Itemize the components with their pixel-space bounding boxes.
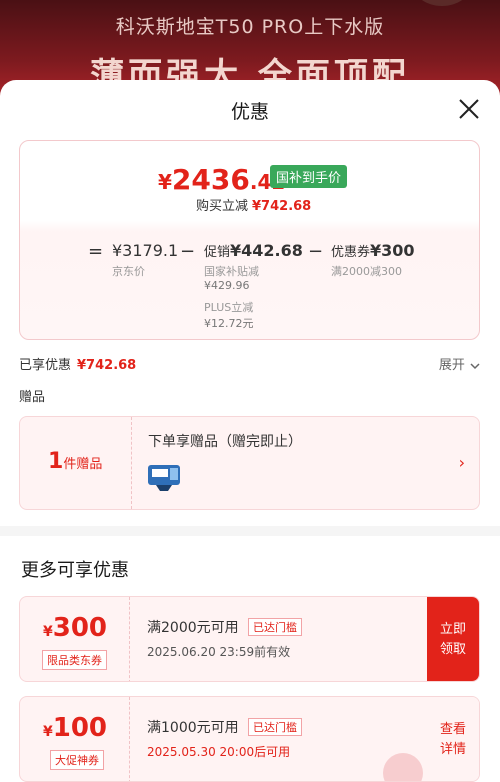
- final-price: ¥2436.42: [158, 163, 285, 196]
- coupon-card: ¥300 限品类东券 满2000元可用 已达门槛 2025.06.20 23:5…: [19, 596, 480, 682]
- coupon-amount: 300: [52, 613, 108, 643]
- coupon-value: ¥300: [20, 613, 130, 643]
- sheet-header: 优惠: [0, 80, 500, 140]
- instant-cut: 购买立减 ¥742.68: [196, 195, 311, 214]
- price-breakdown-card: ¥2436.42 国补到手价 购买立减 ¥742.68 = ¥3179.1 京东价…: [19, 140, 480, 340]
- coupon-amount: 100: [52, 713, 108, 743]
- view-details-button[interactable]: 查看详情: [427, 697, 479, 781]
- plus-amount: ¥12.72元: [204, 317, 254, 330]
- sheet-title: 优惠: [230, 101, 269, 123]
- price-tag-badge: 国补到手价: [270, 165, 348, 188]
- expand-label: 展开: [438, 358, 465, 373]
- gift-count-number: 1: [48, 449, 64, 474]
- instant-cut-label: 购买立减: [196, 199, 249, 214]
- threshold-badge: 已达门槛: [248, 718, 302, 736]
- promo-amount: ¥442.68: [230, 241, 303, 260]
- view-details-label: 查看详情: [439, 722, 466, 757]
- gift-product-icon: [148, 465, 180, 491]
- stamp-decoration: [383, 753, 423, 781]
- shared-discount-label: 已享优惠: [19, 358, 72, 373]
- section-divider: [0, 526, 500, 536]
- shared-discount: 已享优惠 ¥742.68: [19, 354, 136, 373]
- coupon-value-panel: ¥100 大促神券: [20, 697, 130, 781]
- chevron-right-icon: ›: [458, 453, 465, 472]
- coupon-condition: 满2000减300: [331, 265, 402, 278]
- coupon-currency: ¥: [42, 624, 53, 640]
- threshold-badge: 已达门槛: [248, 618, 302, 636]
- coupon-label: 优惠券: [331, 245, 371, 260]
- final-price-integer: 2436: [171, 163, 250, 196]
- original-price: ¥3179.1: [112, 241, 179, 260]
- chevron-down-icon: [470, 362, 480, 369]
- banner-decoration: [412, 0, 472, 6]
- subsidy-label: 国家补贴减: [204, 265, 259, 278]
- subsidy-amount: ¥429.96: [204, 279, 250, 292]
- banner-subtitle: 科沃斯地宝T50 PRO上下水版: [115, 16, 385, 38]
- coupon-validity: 2025.06.20 23:59前有效: [147, 645, 291, 659]
- coupon-condition: 满1000元可用: [147, 720, 239, 736]
- gift-card[interactable]: 1件赠品 下单享赠品（赠完即止） ›: [19, 416, 480, 510]
- coupon-value-panel: ¥300 限品类东券: [20, 597, 130, 681]
- claim-coupon-label: 立即领取: [439, 622, 466, 657]
- final-price-currency: ¥: [158, 170, 172, 194]
- coupon-value: ¥100: [20, 713, 130, 743]
- minus-sign-2: −: [308, 241, 324, 262]
- gift-title: 下单享赠品（赠完即止）: [148, 434, 302, 450]
- minus-sign: −: [180, 241, 196, 262]
- expand-toggle[interactable]: 展开: [439, 354, 481, 373]
- coupon-validity: 2025.05.30 20:00后可用: [147, 745, 291, 759]
- original-price-label: 京东价: [112, 265, 145, 278]
- instant-cut-amount: ¥742.68: [252, 199, 312, 214]
- gift-count-unit: 件赠品: [63, 457, 103, 472]
- close-icon[interactable]: [454, 94, 484, 124]
- claim-coupon-button[interactable]: 立即领取: [427, 597, 479, 681]
- discount-sheet: 优惠 ¥2436.42 国补到手价 购买立减 ¥742.68 = ¥3179.1 …: [0, 80, 500, 782]
- gift-section-label: 赠品: [19, 390, 46, 405]
- promo: 促销¥442.68: [204, 241, 303, 260]
- coupon-condition: 满2000元可用: [147, 620, 239, 636]
- coupon-amount: ¥300: [370, 241, 415, 260]
- coupon-type: 大促神券: [50, 750, 104, 770]
- shared-discount-amount: ¥742.68: [77, 358, 137, 373]
- more-discounts-title: 更多可享优惠: [21, 560, 129, 581]
- promo-label: 促销: [204, 245, 231, 260]
- coupon: 优惠券¥300: [331, 241, 415, 260]
- gift-count-panel: 1件赠品: [20, 417, 132, 509]
- equals-sign: =: [88, 241, 104, 262]
- gift-count: 1件赠品: [48, 449, 102, 474]
- coupon-card: ¥100 大促神券 满1000元可用 已达门槛 2025.05.30 20:00…: [19, 696, 480, 782]
- plus-label: PLUS立减: [204, 301, 254, 314]
- coupon-currency: ¥: [42, 724, 53, 740]
- coupon-type: 限品类东券: [42, 650, 107, 670]
